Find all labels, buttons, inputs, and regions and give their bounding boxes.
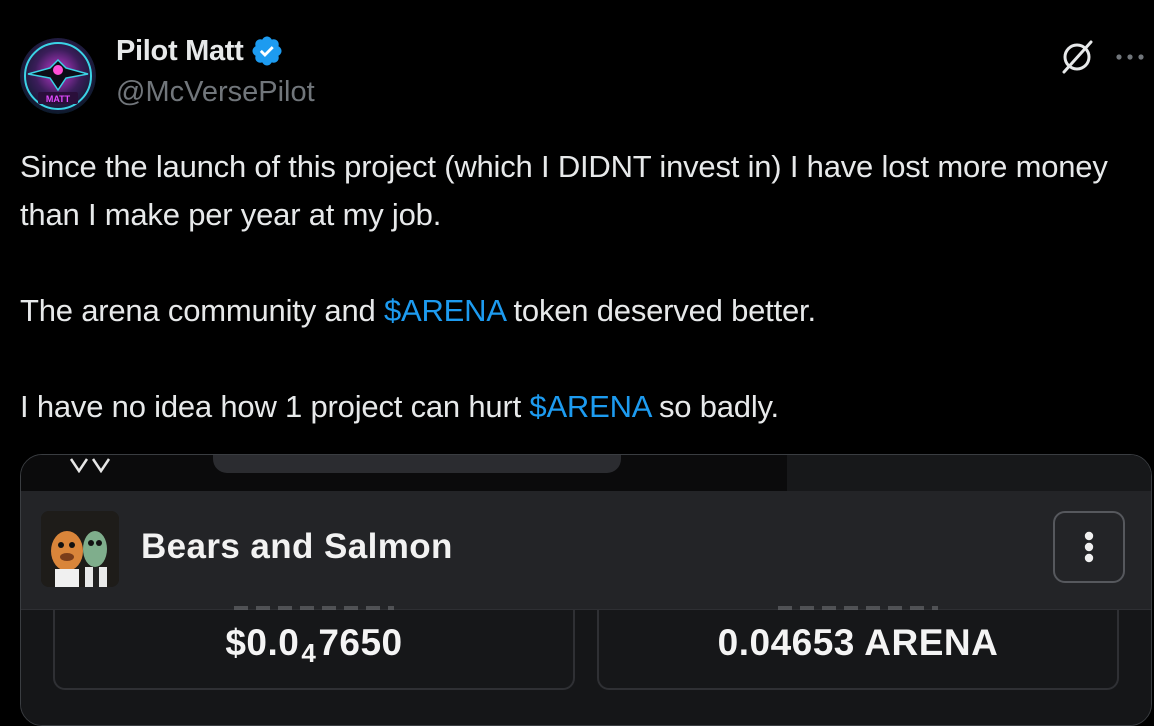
avatar-logo-text: MATT xyxy=(46,94,71,104)
app-logo-icon xyxy=(69,458,111,473)
token-name: Bears and Salmon xyxy=(141,527,453,566)
price-usd-label-ghost xyxy=(234,606,394,610)
verified-badge-icon xyxy=(251,36,282,66)
author-name[interactable]: Pilot Matt xyxy=(116,35,244,68)
price-usd-suffix: 7650 xyxy=(318,622,403,663)
price-usd-value: $0.047650 xyxy=(55,622,573,668)
price-arena-value: 0.04653 ARENA xyxy=(717,622,999,663)
tweet-paragraph-2: The arena community and $ARENA token des… xyxy=(20,287,1154,335)
tweet-text-segment: so badly. xyxy=(650,389,779,424)
tweet-media-image[interactable]: Bears and Salmon $0.047650 0.04653 ARENA xyxy=(20,454,1152,726)
token-header: Bears and Salmon xyxy=(21,491,1151,610)
price-usd-card: $0.047650 xyxy=(53,606,575,690)
price-usd-prefix: $0.0 xyxy=(225,622,300,663)
top-right-panel xyxy=(787,455,1151,491)
tweet-paragraph-3: I have no idea how 1 project can hurt $A… xyxy=(20,383,1154,431)
more-icon[interactable] xyxy=(1113,42,1147,72)
tweet-text-segment: token deserved better. xyxy=(505,293,817,328)
tweet-text-segment: I have no idea how 1 project can hurt xyxy=(20,389,530,424)
cashtag-link[interactable]: $ARENA xyxy=(384,293,505,328)
kebab-menu-icon xyxy=(1084,531,1094,563)
cashtag-link[interactable]: $ARENA xyxy=(529,389,650,424)
price-usd-subscript: 4 xyxy=(301,638,317,668)
tweet-paragraph-1: Since the launch of this project (which … xyxy=(20,149,1108,232)
price-arena-label-ghost xyxy=(778,606,938,610)
author-name-row[interactable]: Pilot Matt xyxy=(116,34,284,68)
tweet-text-segment: The arena community and xyxy=(20,293,384,328)
media-top-strip xyxy=(21,455,1151,491)
grok-icon[interactable] xyxy=(1058,38,1096,76)
top-search-pill xyxy=(213,455,621,473)
token-image xyxy=(41,511,119,587)
avatar[interactable]: MATT xyxy=(20,38,96,114)
token-stats: $0.047650 0.04653 ARENA xyxy=(21,606,1151,725)
tweet-text: Since the launch of this project (which … xyxy=(20,143,1154,431)
author-handle[interactable]: @McVersePilot xyxy=(116,76,315,109)
price-arena-card: 0.04653 ARENA xyxy=(597,606,1119,690)
token-menu-button[interactable] xyxy=(1053,511,1125,583)
